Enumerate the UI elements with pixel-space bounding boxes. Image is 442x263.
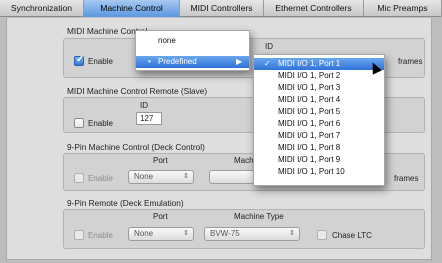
submenu-item-port-2[interactable]: MIDI I/O 1, Port 2	[254, 70, 384, 82]
ninepin-control-port-popup[interactable]: None ⇕	[128, 170, 194, 184]
menu-item-none[interactable]: none	[136, 35, 249, 47]
mmc-id-header: ID	[265, 42, 273, 51]
submenu-arrow-icon: ▶	[236, 57, 243, 66]
ninepin-remote-title: 9-Pin Remote (Deck Emulation)	[67, 198, 184, 208]
ninepin-remote-enable-label: Enable	[88, 231, 113, 240]
mmc-remote-title: MIDI Machine Control Remote (Slave)	[67, 86, 208, 96]
popup-arrows-icon: ⇕	[183, 230, 189, 237]
mmc-remote-enable-label: Enable	[88, 119, 113, 128]
submenu-item-port-8[interactable]: MIDI I/O 1, Port 8	[254, 142, 384, 154]
submenu-item-port-9[interactable]: MIDI I/O 1, Port 9	[254, 154, 384, 166]
submenu-item-port-6[interactable]: MIDI I/O 1, Port 6	[254, 118, 384, 130]
ninepin-remote-port-popup[interactable]: None ⇕	[128, 227, 194, 241]
mmc-remote-enable-checkbox[interactable]	[74, 118, 84, 128]
mmc-enable-checkbox[interactable]	[74, 54, 84, 66]
ninepin-remote-machine-popup[interactable]: BVW-75 ⇕	[204, 227, 300, 241]
tab-bar: Synchronization Machine Control MIDI Con…	[0, 0, 442, 17]
ninepin-control-port-value: None	[134, 172, 154, 181]
mmc-remote-id-header: ID	[140, 101, 148, 110]
popup-arrows-icon: ⇕	[183, 173, 189, 180]
check-icon: ✓	[264, 59, 271, 68]
popup-arrows-icon: ⇕	[289, 230, 295, 237]
chase-ltc-checkbox[interactable]	[317, 230, 327, 240]
ninepin-remote-port-value: None	[134, 229, 154, 238]
ninepin-remote-enable-checkbox[interactable]	[74, 230, 84, 240]
ninepin-control-enable-checkbox[interactable]	[74, 173, 84, 183]
mmc-remote-id-field[interactable]: 127	[136, 112, 162, 125]
submenu-item-port-1[interactable]: ✓ MIDI I/O 1, Port 1	[254, 58, 384, 70]
submenu-item-port-3[interactable]: MIDI I/O 1, Port 3	[254, 82, 384, 94]
tab-synchronization[interactable]: Synchronization	[0, 0, 84, 17]
menu-item-predefined[interactable]: • Predefined ▶	[136, 56, 249, 68]
ninepin-control-frames-label: frames	[394, 174, 419, 183]
ninepin-control-port-header: Port	[153, 156, 168, 165]
ninepin-remote-port-header: Port	[153, 212, 168, 221]
port-source-menu: none • Predefined ▶	[135, 30, 250, 71]
midi-port-submenu: ✓ MIDI I/O 1, Port 1 MIDI I/O 1, Port 2 …	[253, 54, 385, 186]
ninepin-remote-machine-value: BVW-75	[210, 229, 240, 238]
tab-mic-preamps[interactable]: Mic Preamps	[364, 0, 442, 17]
submenu-item-port-10[interactable]: MIDI I/O 1, Port 10	[254, 166, 384, 178]
tab-machine-control[interactable]: Machine Control	[84, 0, 180, 17]
submenu-item-port-4[interactable]: MIDI I/O 1, Port 4	[254, 94, 384, 106]
ninepin-control-title: 9-Pin Machine Control (Deck Control)	[67, 142, 205, 152]
chase-ltc-label: Chase LTC	[332, 231, 372, 240]
ninepin-control-enable-label: Enable	[88, 174, 113, 183]
ninepin-control-machine-popup[interactable]	[209, 170, 259, 184]
submenu-item-port-7[interactable]: MIDI I/O 1, Port 7	[254, 130, 384, 142]
ninepin-remote-group: Port Machine Type Enable None ⇕ BVW-75 ⇕…	[63, 209, 425, 249]
tab-ethernet-controllers[interactable]: Ethernet Controllers	[264, 0, 364, 17]
mmc-enable-label: Enable	[88, 57, 113, 66]
ninepin-remote-machine-header: Machine Type	[234, 212, 284, 221]
submenu-item-port-5[interactable]: MIDI I/O 1, Port 5	[254, 106, 384, 118]
mmc-frames-label: frames	[398, 57, 423, 66]
tab-midi-controllers[interactable]: MIDI Controllers	[180, 0, 264, 17]
